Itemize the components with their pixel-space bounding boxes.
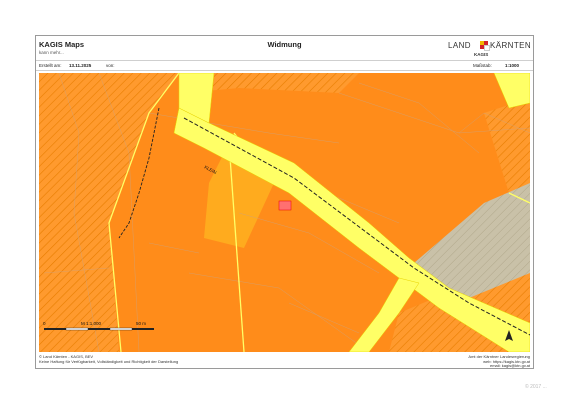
scalebar-segment-5 — [132, 328, 154, 330]
map-frame: KAGIS Maps kann mehr... Widmung LAND KÄR… — [35, 35, 534, 369]
scale-value: 1:1000 — [505, 63, 520, 68]
scalebar-middle: M 1:1.000 — [81, 321, 102, 326]
scalebar-end: 50 m — [136, 321, 146, 326]
scale-label: Maßstab: — [473, 63, 492, 68]
scalebar-segment-2 — [65, 327, 89, 331]
map-canvas[interactable]: KLEIN 0 M 1:1.000 50 m — [39, 73, 530, 352]
scalebar-segment-3 — [88, 328, 110, 330]
footer-disclaimer: Keine Haftung für Verfügbarkeit, Vollstä… — [39, 359, 179, 364]
zoning-map-svg[interactable]: KLEIN 0 M 1:1.000 50 m — [39, 73, 530, 352]
meta-bar: Erstellt am: 13.11.2025 von: Maßstab: 1:… — [36, 61, 533, 71]
land-kaernten-logo: LAND KÄRNTEN KAGIS — [448, 39, 532, 59]
logo-text-right: KÄRNTEN — [490, 41, 532, 50]
print-sheet: KAGIS Maps kann mehr... Widmung LAND KÄR… — [0, 0, 566, 400]
app-subtitle: kann mehr... — [39, 50, 64, 55]
logo-mark-icon — [480, 41, 490, 51]
building-marker — [278, 200, 292, 211]
scalebar-segment-4 — [109, 327, 133, 331]
logo-text-left: LAND — [448, 41, 471, 50]
footer-email[interactable]: email: kagis@ktn.gv.at — [490, 363, 530, 368]
created-date: 13.11.2025 — [69, 63, 92, 68]
logo-subtitle: KAGIS — [474, 52, 489, 57]
header-bar: KAGIS Maps kann mehr... Widmung LAND KÄR… — [36, 36, 533, 61]
author-label: von: — [106, 63, 115, 68]
watermark: © 2017 ... — [525, 384, 547, 390]
footer-bar: © Land Kärnten - KAGIS, BEV Keine Haftun… — [36, 352, 533, 368]
created-label: Erstellt am: — [39, 63, 62, 68]
scalebar-segment-1 — [44, 328, 66, 330]
